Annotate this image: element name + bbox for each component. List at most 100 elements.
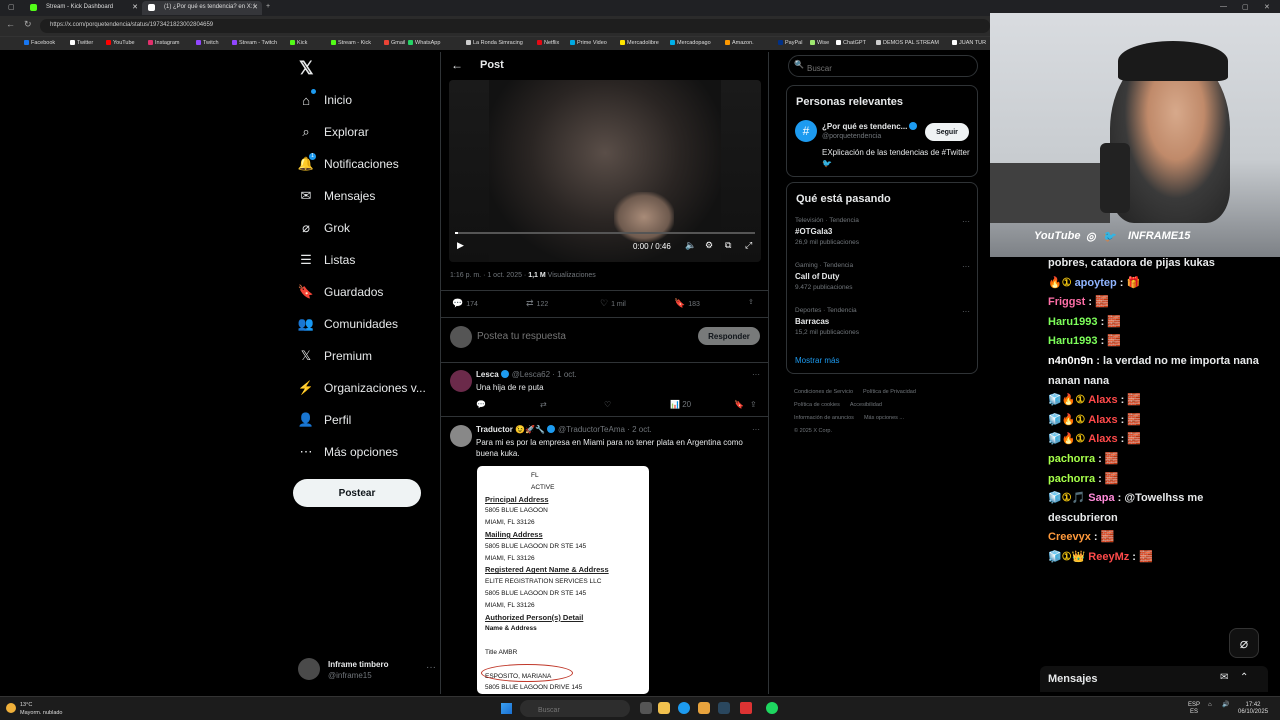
bookmark-item[interactable]: Stream - Twitch (232, 40, 277, 46)
more-icon[interactable]: ··· (962, 217, 970, 226)
chat-username[interactable]: n4n0n9n (1048, 355, 1093, 367)
footer-link[interactable]: Información de anuncios (794, 415, 854, 421)
nav-item-grok[interactable]: ⌀ Grok (298, 216, 350, 240)
bookmark-item[interactable]: WhatsApp (408, 40, 440, 46)
account-switcher[interactable]: Inframe timbero @inframe15 ··· (298, 656, 438, 682)
bookmark-item[interactable]: PayPal (778, 40, 802, 46)
nav-item-mensajes[interactable]: ✉ Mensajes (298, 184, 376, 208)
more-icon[interactable]: ··· (962, 307, 970, 316)
url-field[interactable]: https://x.com/porquetendencia/status/197… (40, 19, 990, 33)
footer-link[interactable]: Más opciones ... (864, 415, 904, 421)
chat-username[interactable]: Sapa (1088, 492, 1114, 504)
chat-username[interactable]: Alaxs (1088, 394, 1117, 406)
chat-username[interactable]: Haru1993 (1048, 316, 1098, 328)
follow-button[interactable]: Seguir (925, 123, 969, 141)
retweet-icon[interactable]: ⇄ (540, 400, 547, 409)
reply-action[interactable]: 💬 174 (452, 298, 478, 309)
share-icon[interactable]: ⇪ (748, 298, 754, 306)
app-icon[interactable] (740, 702, 752, 714)
bookmark-item[interactable]: Mercadopago (670, 40, 711, 46)
more-icon[interactable]: ··· (426, 662, 436, 673)
nav-item-explorar[interactable]: ⌕ Explorar (298, 120, 368, 144)
show-more-link[interactable]: Mostrar más (795, 356, 839, 365)
reply-input[interactable] (477, 331, 657, 342)
back-arrow-icon[interactable]: ← (6, 19, 15, 29)
task-view-icon[interactable] (640, 702, 652, 714)
reply-icon[interactable]: 💬 (476, 400, 486, 409)
more-icon[interactable]: ··· (962, 262, 970, 271)
bookmark-item[interactable]: La Ronda Simracing (466, 40, 523, 46)
footer-link[interactable]: Política de cookies (794, 402, 840, 408)
reply-button[interactable]: Responder (698, 327, 760, 345)
nav-item-listas[interactable]: ☰ Listas (298, 248, 355, 272)
relevant-account-name[interactable]: ¿Por qué es tendenc... (822, 122, 918, 131)
nav-item-premium[interactable]: 𝕏 Premium (298, 344, 372, 368)
messages-drawer[interactable]: Mensajes ✉ ⌃ (1040, 666, 1268, 692)
tab-kick-dashboard[interactable]: Stream - Kick Dashboard ✕ (24, 1, 142, 15)
tab-menu-icon[interactable]: ▢ (8, 3, 15, 11)
taskbar-search[interactable] (520, 700, 630, 717)
volume-icon[interactable]: 🔊 (1222, 702, 1229, 709)
back-arrow-icon[interactable]: ← (451, 58, 463, 72)
new-tab-icon[interactable]: + (266, 3, 270, 10)
retweet-action[interactable]: ⇄ 122 (526, 298, 548, 309)
bookmark-item[interactable]: Twitter (70, 40, 93, 46)
bookmark-item[interactable]: Netflix (537, 40, 559, 46)
grok-icon[interactable]: ⌀ (1229, 628, 1259, 658)
bookmark-item[interactable]: JUAN TUR (952, 40, 986, 46)
bookmark-item[interactable]: DEMOS PAL STREAM (876, 40, 939, 46)
spotify-icon[interactable] (766, 702, 778, 714)
bookmark-item[interactable]: Stream - Kick (331, 40, 371, 46)
chat-username[interactable]: apoytep (1075, 277, 1117, 289)
chat-username[interactable]: Friggst (1048, 296, 1085, 308)
windows-start-icon[interactable] (501, 703, 512, 714)
nav-item-perfil[interactable]: 👤 Perfil (298, 408, 351, 432)
footer-link[interactable]: Condiciones de Servicio (794, 389, 853, 395)
trend-item[interactable]: Gaming · Tendencia Call of Duty 9.472 publ… (795, 262, 970, 291)
bookmark-item[interactable]: Instagram (148, 40, 179, 46)
nav-item-notificaciones[interactable]: 🔔 1 Notificaciones (298, 152, 399, 176)
chat-username[interactable]: Alaxs (1088, 433, 1117, 445)
bookmark-item[interactable]: Prime Video (570, 40, 607, 46)
bookmark-item[interactable]: Gmail (384, 40, 405, 46)
video-progress-bar[interactable] (455, 232, 755, 234)
tweet-author[interactable]: Lesca @Lesca62 · 1 oct. (476, 370, 577, 379)
bookmark-icon[interactable]: 🔖 (734, 400, 744, 409)
more-icon[interactable]: ··· (752, 425, 760, 434)
fullscreen-icon[interactable]: ⤢ (745, 240, 752, 251)
chat-username[interactable]: Alaxs (1088, 414, 1117, 426)
nav-item-inicio[interactable]: ⌂ Inicio (298, 88, 352, 112)
chevron-up-icon[interactable]: ⌃ (1240, 672, 1248, 683)
post-button[interactable]: Postear (293, 479, 421, 507)
hashtag-icon[interactable]: # (795, 120, 817, 142)
app-icon[interactable] (698, 702, 710, 714)
steam-icon[interactable] (718, 702, 730, 714)
nav-item-guardados[interactable]: 🔖 Guardados (298, 280, 383, 304)
like-action[interactable]: ♡ 1 mil (600, 298, 626, 309)
more-icon[interactable]: ··· (752, 370, 760, 379)
clock[interactable]: 17:42 06/10/2025 (1238, 702, 1268, 716)
bookmark-item[interactable]: YouTube (106, 40, 135, 46)
bookmark-item[interactable]: Twitch (196, 40, 219, 46)
maximize-icon[interactable]: ▢ (1242, 3, 1249, 11)
tweet-image-document[interactable]: FL ACTIVE Principal Address 5805 BLUE LAGOO… (477, 466, 649, 694)
chat-username[interactable]: Creevyx (1048, 531, 1091, 543)
bookmark-item[interactable]: Mercadolibre (620, 40, 659, 46)
pip-icon[interactable]: ⧉ (725, 240, 731, 251)
trend-item[interactable]: Deportes · Tendencia Barracas 15,2 mil pub… (795, 307, 970, 336)
input-language[interactable]: ESP ES (1188, 702, 1200, 716)
nav-item-organizaciones-v[interactable]: ⚡ Organizaciones v... (298, 376, 426, 400)
settings-icon[interactable]: ⚙ (705, 240, 713, 251)
minimize-icon[interactable]: — (1220, 3, 1227, 10)
heart-icon[interactable]: ♡ (604, 400, 611, 409)
nav-item-más-opciones[interactable]: ⋯ Más opciones (298, 440, 399, 464)
compose-icon[interactable]: ✉ (1220, 672, 1228, 683)
bookmark-item[interactable]: Amazon. (725, 40, 754, 46)
footer-link[interactable]: Política de Privacidad (863, 389, 916, 395)
tab-x-post[interactable]: (1) ¿Por qué es tendencia? en X: ' ✕ (142, 1, 262, 15)
bookmark-item[interactable]: Facebook (24, 40, 55, 46)
bookmark-action[interactable]: 🔖 183 (674, 298, 700, 309)
weather-widget[interactable]: 13°C Mayorm. nublado (20, 701, 63, 717)
chat-username[interactable]: pachorra (1048, 473, 1095, 485)
network-icon[interactable]: ⌂ (1208, 702, 1212, 709)
